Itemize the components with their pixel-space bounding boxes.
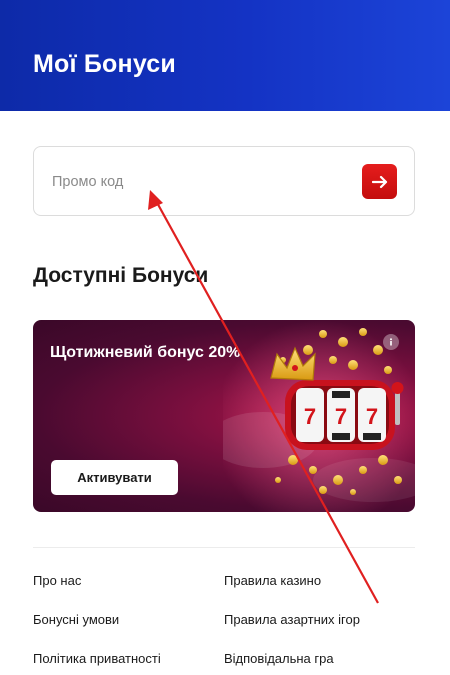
svg-text:7: 7 bbox=[366, 404, 378, 429]
footer-link-casino-rules[interactable]: Правила казино bbox=[224, 573, 321, 588]
info-icon[interactable] bbox=[383, 334, 399, 350]
svg-text:7: 7 bbox=[335, 404, 347, 429]
promo-submit-button[interactable] bbox=[362, 164, 397, 199]
bonuses-page: Мої Бонуси Доступні Бонуси bbox=[0, 0, 450, 675]
bonus-card: 7 7 7 Щотижневий бонус 20% Активувати bbox=[33, 320, 415, 512]
info-glyph-icon bbox=[390, 338, 392, 346]
footer-link-bonus-terms[interactable]: Бонусні умови bbox=[33, 612, 119, 627]
footer-link-about[interactable]: Про нас bbox=[33, 573, 81, 588]
bonus-card-title: Щотижневий бонус 20% bbox=[50, 344, 241, 361]
svg-text:7: 7 bbox=[304, 404, 316, 429]
footer-link-privacy-policy[interactable]: Політика приватності bbox=[33, 651, 161, 666]
footer-link-gambling-rules[interactable]: Правила азартних ігор bbox=[224, 612, 360, 627]
promo-code-input[interactable] bbox=[52, 171, 332, 193]
page-title: Мої Бонуси bbox=[33, 50, 176, 78]
page-header: Мої Бонуси bbox=[0, 0, 450, 111]
promo-code-box bbox=[33, 146, 415, 216]
footer-link-responsible-gaming[interactable]: Відповідальна гра bbox=[224, 651, 334, 666]
available-bonuses-title: Доступні Бонуси bbox=[33, 264, 209, 287]
footer-divider bbox=[33, 547, 415, 548]
activate-bonus-button[interactable]: Активувати bbox=[51, 460, 178, 495]
arrow-right-icon bbox=[371, 175, 387, 188]
